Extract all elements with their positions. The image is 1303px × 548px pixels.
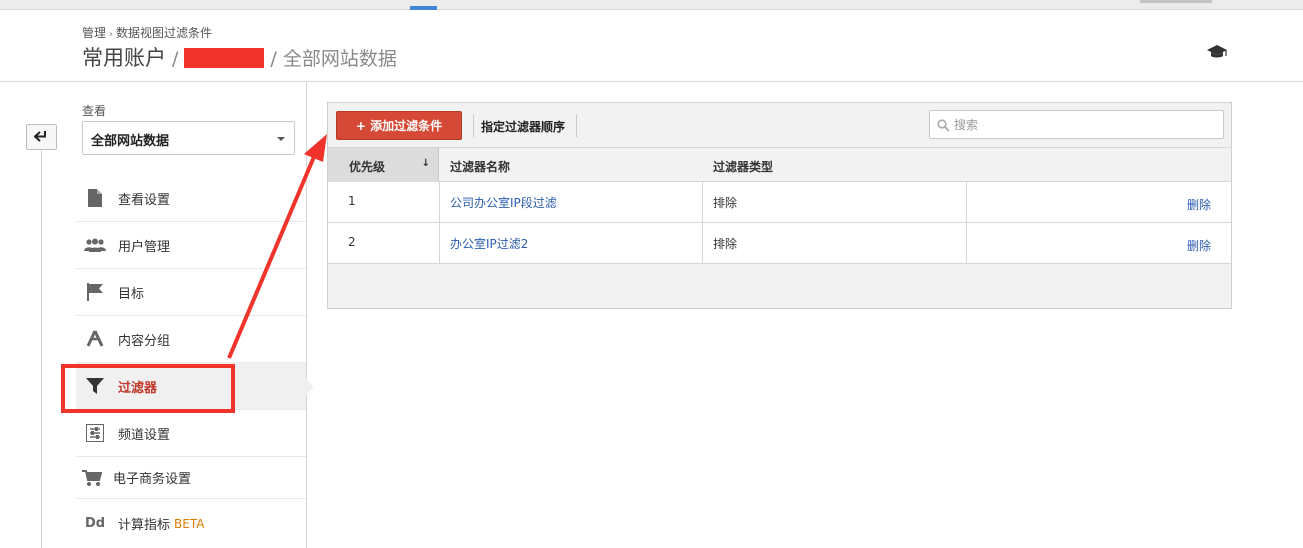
delete-link[interactable]: 删除 [1187,237,1211,254]
page-title: 常用账户 / / 全部网站数据 [82,42,397,72]
property-name-redacted[interactable] [184,48,265,68]
sidebar-item-label: 目标 [118,286,145,302]
breadcrumb-current: 数据视图过滤条件 [116,26,213,40]
view-select[interactable]: 全部网站数据 [82,121,295,155]
top-strip [0,0,1303,10]
sidebar: 查看 全部网站数据 查看设置 用户管理 目标 内容分组 过滤器 频道设置 电子商… [76,82,314,548]
column-header-label: 优先级 [349,160,386,174]
channel-settings-icon [84,422,106,444]
sidebar-item-label: 用户管理 [118,239,171,255]
view-name[interactable]: 全部网站数据 [283,48,397,70]
table-row: 2 办公室IP过滤2 排除 删除 [328,223,1231,264]
users-icon [84,234,106,256]
breadcrumb-root[interactable]: 管理 [82,26,106,40]
row-priority: 1 [328,182,440,222]
top-right-cutoff [1140,0,1212,3]
add-filter-button[interactable]: + 添加过滤条件 [336,111,462,140]
dd-icon: Dd [84,516,106,531]
chevron-down-icon [277,137,285,141]
row-filter-name-link[interactable]: 公司办公室IP段过滤 [440,182,703,222]
view-label: 查看 [82,104,107,118]
annotation-highlight-box [61,364,235,413]
table-row: 1 公司办公室IP段过滤 排除 删除 [328,182,1231,223]
sidebar-item-view-settings[interactable]: 查看设置 [76,175,306,222]
search-field[interactable] [929,110,1224,139]
sidebar-item-label: 电子商务设置 [113,472,192,487]
search-input[interactable] [954,115,1214,134]
document-icon [84,187,106,209]
sort-down-icon: ↓ [421,158,430,169]
row-filter-type: 排除 [703,223,967,263]
assign-filter-order-button[interactable]: 指定过滤器顺序 [481,118,565,135]
filters-panel: + 添加过滤条件 指定过滤器顺序 优先级 ↓ 过滤器名称 过滤器类型 1 公司办… [327,102,1232,309]
page-header: 管理 › 数据视图过滤条件 常用账户 / / 全部网站数据 [0,10,1303,82]
content-grouping-icon [84,328,106,350]
sidebar-item-ecommerce-settings[interactable]: 电子商务设置 [76,457,306,499]
row-filter-name-link[interactable]: 办公室IP过滤2 [440,223,703,263]
title-separator: / [172,48,179,70]
breadcrumb: 管理 › 数据视图过滤条件 [82,24,212,41]
column-header-filter-type: 过滤器类型 [713,160,774,174]
row-priority: 2 [328,223,440,263]
sidebar-item-user-management[interactable]: 用户管理 [76,222,306,269]
back-button[interactable] [26,124,57,150]
view-select-value: 全部网站数据 [91,134,170,149]
title-separator: / [270,48,277,70]
row-filter-type: 排除 [703,182,967,222]
breadcrumb-separator: › [109,29,114,40]
table-header: 优先级 ↓ 过滤器名称 过滤器类型 [328,148,1231,182]
sidebar-item-calculated-metrics[interactable]: Dd 计算指标 BETA [76,500,306,547]
sidebar-item-goals[interactable]: 目标 [76,269,306,316]
row-actions: 删除 [967,182,1231,222]
row-actions: 删除 [967,223,1231,263]
column-header-priority[interactable]: 优先级 ↓ [328,148,439,182]
toolbar-divider [473,114,474,137]
search-icon [937,119,950,132]
flag-icon [84,281,106,303]
toolbar-divider [576,114,577,137]
sidebar-item-content-grouping[interactable]: 内容分组 [76,316,306,363]
back-arrow-icon [33,131,46,142]
sidebar-item-label: 频道设置 [118,427,171,443]
sidebar-item-label: 查看设置 [118,192,171,208]
filters-toolbar: + 添加过滤条件 指定过滤器顺序 [328,103,1231,148]
account-name[interactable]: 常用账户 [82,46,166,70]
sidebar-item-label: 计算指标 [118,518,171,533]
graduation-cap-icon[interactable] [1206,44,1228,60]
beta-badge: BETA [174,516,205,531]
back-connector-line [41,150,42,548]
delete-link[interactable]: 删除 [1187,196,1211,213]
sidebar-item-channel-settings[interactable]: 频道设置 [76,410,306,457]
cart-icon [81,467,103,489]
column-header-filter-name: 过滤器名称 [450,160,511,174]
sidebar-item-label: 内容分组 [118,333,171,349]
